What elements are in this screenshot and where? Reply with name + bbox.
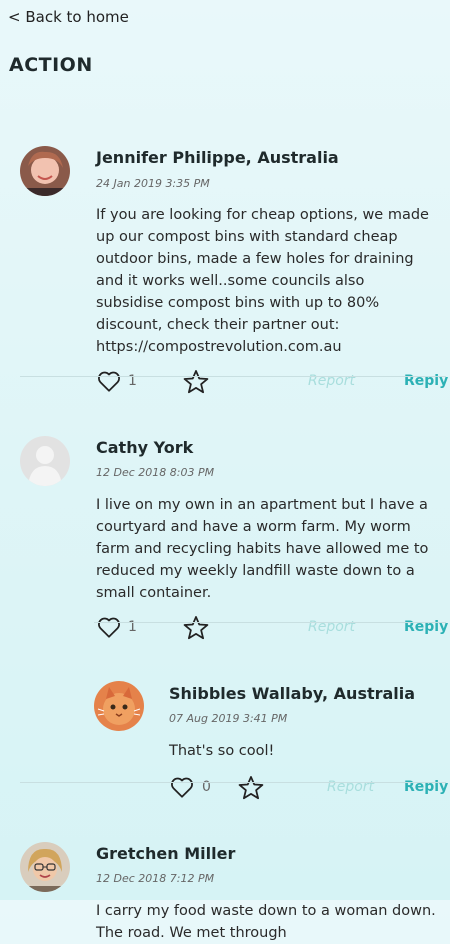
divider [20, 376, 446, 377]
comment-text: I carry my food waste down to a woman do… [96, 903, 436, 941]
back-to-home-link[interactable]: < Back to home [8, 8, 129, 26]
divider [20, 782, 446, 783]
star-icon[interactable] [182, 368, 210, 396]
top-bar: < Back to home [0, 0, 450, 40]
avatar [20, 146, 70, 196]
section-title: ACTION [9, 54, 93, 76]
comment-text: That's so cool! [169, 743, 275, 759]
comment-actions: 0 Report Reply [169, 774, 448, 804]
comment-date: 24 Jan 2019 3:35 PM [96, 177, 210, 190]
comment-date: 07 Aug 2019 3:41 PM [169, 712, 288, 725]
comment-actions: 1 Report Reply [96, 614, 448, 644]
reply-divider [94, 622, 446, 623]
comment-author: Jennifer Philippe, Australia [96, 148, 339, 167]
comment-author: Shibbles Wallaby, Australia [169, 684, 416, 703]
like-heart-icon[interactable] [96, 368, 122, 394]
comment-date: 12 Dec 2018 7:12 PM [96, 872, 215, 885]
comment-author: Gretchen Miller [96, 844, 236, 863]
comment-date: 12 Dec 2018 8:03 PM [96, 466, 215, 479]
star-icon[interactable] [237, 774, 265, 802]
avatar [94, 681, 144, 731]
comment-text: I live on my own in an apartment but I h… [96, 497, 429, 601]
avatar [20, 436, 70, 486]
star-icon[interactable] [182, 614, 210, 642]
comment-text: If you are looking for cheap options, we… [96, 207, 429, 355]
like-heart-icon[interactable] [169, 774, 195, 800]
comment-author: Cathy York [96, 438, 194, 457]
like-heart-icon[interactable] [96, 614, 122, 640]
avatar [20, 842, 70, 892]
comment-actions: 1 Report Reply [96, 368, 448, 398]
